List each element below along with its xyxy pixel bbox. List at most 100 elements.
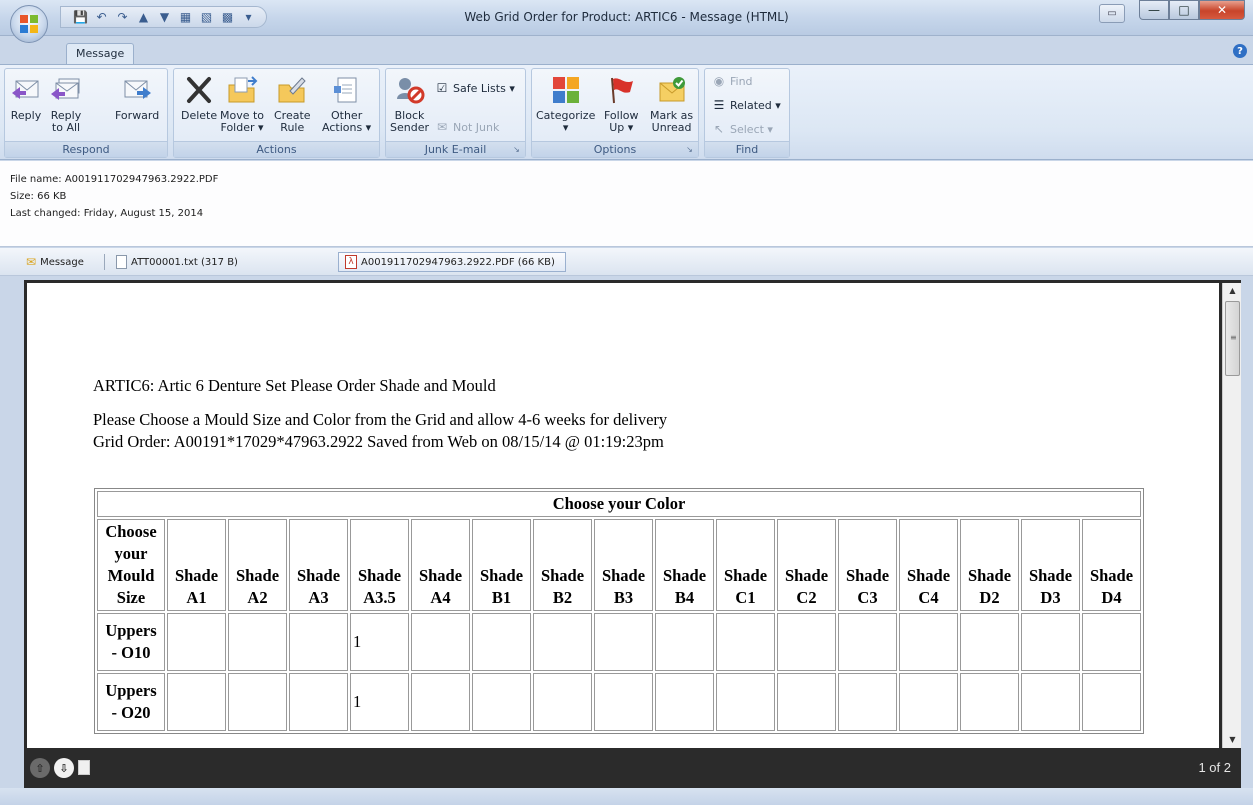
- document-text: ARTIC6: Artic 6 Denture Set Please Order…: [93, 375, 667, 453]
- cursor-icon: ↖: [713, 122, 725, 136]
- order-grid-table: Choose your Color Choose your Mould Size…: [94, 488, 1144, 734]
- previous-page-icon[interactable]: ⇧: [30, 758, 50, 778]
- reply-button[interactable]: Reply: [9, 73, 43, 122]
- status-bar: [0, 788, 1253, 805]
- mould-size-header: Choose your Mould Size: [97, 519, 165, 611]
- move-to-folder-icon: [225, 73, 259, 107]
- categorize-button[interactable]: Categorize ▾: [536, 73, 595, 134]
- next-page-icon[interactable]: ⇩: [54, 758, 74, 778]
- select-button[interactable]: ↖ Select ▾: [711, 121, 773, 137]
- find-group-label: Find: [705, 141, 789, 157]
- pdf-file-icon: λ: [345, 255, 357, 269]
- window-restore-icon[interactable]: ▭: [1099, 4, 1125, 23]
- grid-order-line: Grid Order: A00191*17029*47963.2922 Save…: [93, 432, 664, 451]
- scroll-down-arrow-icon[interactable]: ▼: [1223, 732, 1242, 748]
- block-sender-icon: [393, 73, 427, 107]
- shade-column-header: Shade A1: [167, 519, 226, 611]
- tab-message[interactable]: Message: [66, 43, 135, 65]
- quantity-cell: [960, 613, 1019, 671]
- page-count: 1 of 2: [1198, 760, 1231, 775]
- related-icon: ☰: [713, 98, 725, 112]
- quantity-cell: [899, 673, 958, 731]
- quantity-cell: [472, 613, 531, 671]
- vertical-scrollbar[interactable]: ▲ ≡ ▼: [1222, 283, 1241, 748]
- actions-group-label: Actions: [174, 141, 379, 157]
- quantity-cell: [899, 613, 958, 671]
- reply-all-icon: [49, 73, 83, 107]
- junk-email-group: Block Sender ☑ Safe Lists ▾ ✉ Not Junk J…: [385, 68, 526, 158]
- follow-up-button[interactable]: Follow Up ▾: [604, 73, 639, 134]
- shade-column-header: Shade C3: [838, 519, 897, 611]
- quantity-cell: [716, 613, 775, 671]
- shade-column-header: Shade A2: [228, 519, 287, 611]
- move-to-folder-button[interactable]: Move to Folder ▾: [220, 73, 264, 134]
- table-row: Uppers - O20 1: [97, 673, 1141, 731]
- shade-column-header: Shade A3.5: [350, 519, 409, 611]
- quantity-cell: [1021, 613, 1080, 671]
- find-group: ◉ Find ☰ Related ▾ ↖ Select ▾ Find: [704, 68, 790, 158]
- office-button[interactable]: [10, 5, 48, 43]
- block-sender-button[interactable]: Block Sender: [390, 73, 429, 134]
- quantity-cell: [289, 673, 348, 731]
- find-button[interactable]: ◉ Find: [711, 73, 753, 89]
- maximize-button[interactable]: □: [1169, 0, 1199, 20]
- shade-column-header: Shade B4: [655, 519, 714, 611]
- file-name: File name: A001911702947963.2922.PDF: [10, 174, 219, 185]
- scroll-up-arrow-icon[interactable]: ▲: [1223, 283, 1242, 299]
- attachment-message[interactable]: ✉ Message: [20, 252, 90, 272]
- shade-column-header: Shade C2: [777, 519, 836, 611]
- shade-column-header: Shade B2: [533, 519, 592, 611]
- dialog-launcher-icon[interactable]: ↘: [684, 144, 695, 155]
- quantity-cell: [289, 613, 348, 671]
- text-file-icon: [116, 255, 127, 269]
- reply-all-button[interactable]: Reply to All: [49, 73, 83, 134]
- unread-envelope-icon: [655, 73, 689, 107]
- scrollbar-thumb[interactable]: ≡: [1225, 301, 1240, 376]
- table-row: Uppers - O10 1: [97, 613, 1141, 671]
- shade-column-header: Shade D4: [1082, 519, 1141, 611]
- mark-as-unread-button[interactable]: Mark as Unread: [650, 73, 693, 134]
- envelope-icon: ✉: [26, 255, 37, 269]
- close-button[interactable]: ✕: [1199, 0, 1245, 20]
- quantity-cell: [838, 673, 897, 731]
- quantity-cell: [594, 673, 653, 731]
- forward-icon: [120, 73, 154, 107]
- quantity-cell: 1: [350, 673, 409, 731]
- pdf-page[interactable]: ARTIC6: Artic 6 Denture Set Please Order…: [27, 283, 1219, 748]
- attachment-txt[interactable]: ATT00001.txt (317 B): [110, 252, 244, 272]
- shade-column-header: Shade D2: [960, 519, 1019, 611]
- safe-lists-button[interactable]: ☑ Safe Lists ▾: [434, 80, 515, 96]
- help-icon[interactable]: ?: [1233, 44, 1247, 58]
- related-button[interactable]: ☰ Related ▾: [711, 97, 781, 113]
- forward-button[interactable]: Forward: [115, 73, 159, 122]
- quantity-cell: [1082, 613, 1141, 671]
- respond-group: Reply Reply to All Forward Respond: [4, 68, 168, 158]
- table-title: Choose your Color: [97, 491, 1141, 517]
- minimize-button[interactable]: —: [1139, 0, 1169, 20]
- create-rule-button[interactable]: Create Rule: [274, 73, 311, 134]
- mould-size-label: Uppers - O10: [97, 613, 165, 671]
- quantity-cell: [838, 613, 897, 671]
- junk-email-group-label: Junk E-mail ↘: [386, 141, 525, 157]
- quantity-cell: [1021, 673, 1080, 731]
- safe-lists-icon: ☑: [436, 81, 448, 95]
- delete-button[interactable]: Delete: [181, 73, 217, 122]
- other-actions-button[interactable]: Other Actions ▾: [322, 73, 371, 134]
- quantity-cell: [716, 673, 775, 731]
- attachment-pdf[interactable]: λ A001911702947963.2922.PDF (66 KB): [338, 252, 566, 272]
- file-last-changed: Last changed: Friday, August 15, 2014: [10, 208, 204, 219]
- create-rule-icon: [275, 73, 309, 107]
- quantity-cell: [777, 613, 836, 671]
- not-junk-button[interactable]: ✉ Not Junk: [434, 119, 499, 135]
- shade-column-header: Shade A4: [411, 519, 470, 611]
- shade-column-header: Shade B1: [472, 519, 531, 611]
- shade-column-header: Shade C4: [899, 519, 958, 611]
- window-controls: — □ ✕: [1139, 0, 1245, 20]
- shade-column-header: Shade B3: [594, 519, 653, 611]
- shade-column-header: Shade C1: [716, 519, 775, 611]
- shade-column-header: Shade D3: [1021, 519, 1080, 611]
- window-title: Web Grid Order for Product: ARTIC6 - Mes…: [464, 10, 789, 24]
- dialog-launcher-icon[interactable]: ↘: [511, 144, 522, 155]
- page-view-icon[interactable]: [78, 760, 90, 775]
- file-size: Size: 66 KB: [10, 191, 67, 202]
